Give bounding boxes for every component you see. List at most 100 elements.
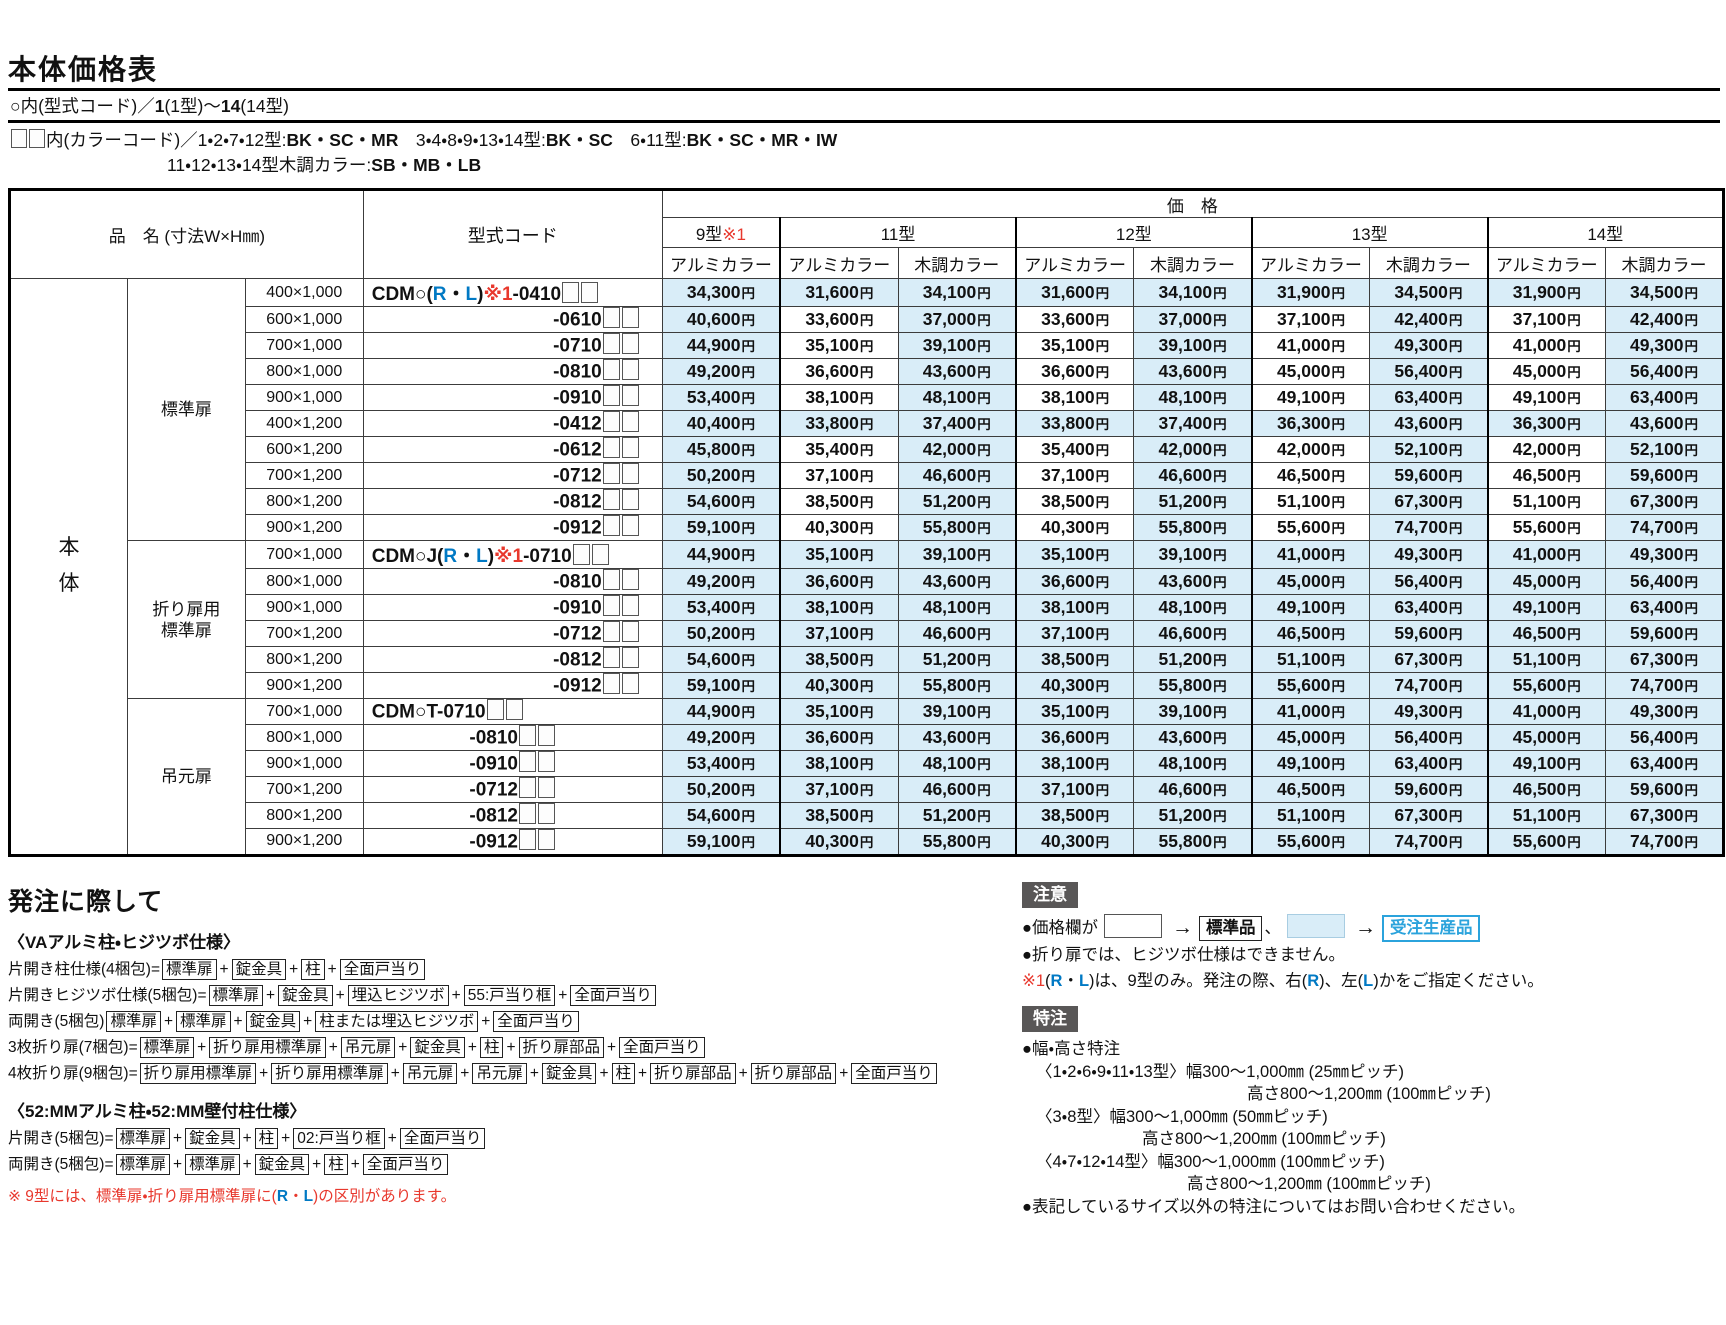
price-value: 39,100	[1159, 335, 1213, 355]
yen-suffix: 円	[1567, 731, 1581, 746]
text-segment: 内(カラーコード)／1・2・7・12型:	[46, 130, 287, 150]
price-cell: 54,600円	[662, 647, 780, 673]
text-segment: R	[433, 284, 447, 305]
text-segment: -0710	[523, 546, 572, 567]
yen-suffix: 円	[741, 705, 755, 720]
size-cell: 700×1,000	[245, 541, 363, 569]
price-cell: 63,400円	[1370, 595, 1488, 621]
price-value: 38,500	[805, 491, 859, 511]
placeholder-box	[11, 129, 27, 148]
price-cell: 67,300円	[1605, 803, 1723, 829]
price-cell: 49,200円	[662, 569, 780, 595]
yen-suffix: 円	[1213, 469, 1227, 484]
price-cell: 67,300円	[1605, 647, 1723, 673]
price-value: 56,400	[1630, 571, 1684, 591]
yen-suffix: 円	[741, 286, 755, 301]
size-cell: 700×1,000	[245, 333, 363, 359]
price-cell: 50,200円	[662, 463, 780, 489]
price-cell: 42,000円	[1488, 437, 1606, 463]
yen-suffix: 円	[860, 783, 874, 798]
price-value: 40,300	[805, 831, 859, 851]
price-value: 37,100	[1513, 309, 1567, 329]
yen-suffix: 円	[741, 521, 755, 536]
price-cell: 37,100円	[1252, 307, 1370, 333]
yen-suffix: 円	[860, 653, 874, 668]
plus-sign: +	[391, 1065, 400, 1082]
price-value: 37,100	[805, 779, 859, 799]
text-segment: L	[466, 284, 478, 305]
yen-suffix: 円	[860, 809, 874, 824]
price-value: 44,900	[687, 335, 741, 355]
kit-part-box: 標準扉	[185, 1154, 240, 1175]
price-cell: 42,000円	[1252, 437, 1370, 463]
kit-part-box: 標準扉	[116, 1128, 171, 1149]
price-cell: 63,400円	[1605, 751, 1723, 777]
price-cell: 74,700円	[1605, 515, 1723, 541]
kit-part-box: 02:戸当り框	[293, 1128, 385, 1149]
placeholder-box	[603, 307, 620, 328]
placeholder-box	[603, 411, 620, 432]
price-cell: 33,600円	[780, 307, 898, 333]
price-value: 48,100	[923, 387, 977, 407]
price-cell: 63,400円	[1370, 385, 1488, 411]
kit-part-box: 吊元扉	[403, 1063, 458, 1084]
placeholder-box	[562, 282, 579, 303]
price-cell: 48,100円	[898, 595, 1016, 621]
kit-part-box: 柱	[612, 1063, 636, 1084]
price-value: 59,100	[687, 831, 741, 851]
price-value: 34,100	[1159, 282, 1213, 302]
rl-distinction-note: ※ 9型には、標準扉・折り扉用標準扉に(R・L)の区別があります。	[8, 1184, 1008, 1206]
price-cell: 44,900円	[662, 699, 780, 725]
table-row: 折り扉用標準扉700×1,000CDM○J(R・L)※1-071044,900円…	[10, 541, 1724, 569]
text-segment: -0812	[553, 492, 602, 513]
price-table-header: 品 名 (寸法W×H㎜) 型式コード 価 格 9型※111型12型13型14型 …	[10, 190, 1724, 279]
table-row: 800×1,200-081254,600円38,500円51,200円38,50…	[10, 647, 1724, 673]
size-cell: 400×1,200	[245, 411, 363, 437]
text-segment: (1型)～	[164, 96, 220, 116]
price-cell: 41,000円	[1252, 333, 1370, 359]
table-row: 700×1,000-071044,900円35,100円39,100円35,10…	[10, 333, 1724, 359]
price-cell: 51,100円	[1488, 647, 1606, 673]
yen-suffix: 円	[1096, 653, 1110, 668]
price-cell: 41,000円	[1488, 541, 1606, 569]
price-cell: 56,400円	[1605, 569, 1723, 595]
placeholder-box	[603, 515, 620, 536]
price-value: 33,800	[805, 413, 859, 433]
text-segment: -0910	[553, 388, 602, 409]
price-value: 63,400	[1630, 387, 1684, 407]
kit-part-box: 折り扉部品	[519, 1037, 605, 1058]
price-cell: 50,200円	[662, 777, 780, 803]
yen-suffix: 円	[1331, 521, 1345, 536]
price-cell: 31,900円	[1488, 279, 1606, 307]
yen-suffix: 円	[1567, 783, 1581, 798]
yen-suffix: 円	[1213, 601, 1227, 616]
price-value: 38,500	[1041, 491, 1095, 511]
yen-suffix: 円	[1096, 469, 1110, 484]
kit-part-box: 標準扉	[140, 1037, 195, 1058]
price-cell: 56,400円	[1605, 725, 1723, 751]
price-value: 55,800	[1159, 831, 1213, 851]
yen-suffix: 円	[1567, 391, 1581, 406]
yen-suffix: 円	[1096, 286, 1110, 301]
text-segment: -0810	[553, 362, 602, 383]
price-cell: 46,600円	[898, 463, 1016, 489]
size-cell: 700×1,200	[245, 621, 363, 647]
size-cell: 600×1,200	[245, 437, 363, 463]
plus-sign: +	[173, 1130, 182, 1147]
table-row: 800×1,000-081049,200円36,600円43,600円36,60…	[10, 725, 1724, 751]
price-value: 49,300	[1394, 544, 1448, 564]
price-cell: 38,100円	[1016, 595, 1134, 621]
table-row: 600×1,200-061245,800円35,400円42,000円35,40…	[10, 437, 1724, 463]
legend-comma: 、	[1264, 919, 1281, 937]
yen-suffix: 円	[741, 443, 755, 458]
size-cell: 700×1,200	[245, 463, 363, 489]
yen-suffix: 円	[1449, 548, 1463, 563]
yen-suffix: 円	[1567, 443, 1581, 458]
yen-suffix: 円	[1567, 313, 1581, 328]
kit-part-box: 55:戸当り框	[464, 985, 556, 1006]
price-value: 42,000	[1159, 439, 1213, 459]
color-header: 木調カラー	[1605, 248, 1723, 279]
plus-sign: +	[312, 1156, 321, 1173]
price-title-header: 価 格	[662, 190, 1723, 218]
placeholder-box	[622, 411, 639, 432]
